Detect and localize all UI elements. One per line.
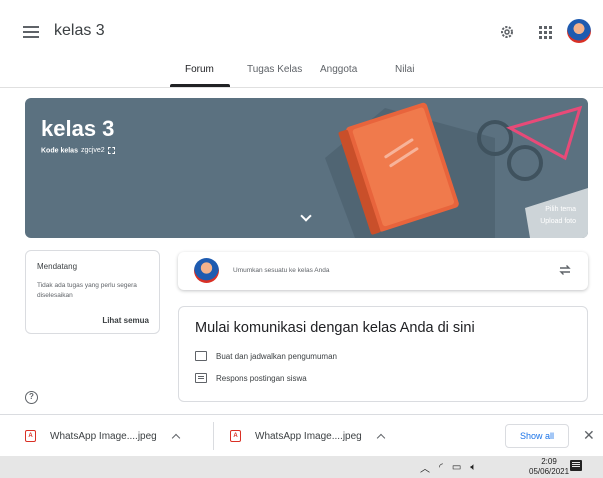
close-icon[interactable]: ✕ (583, 428, 595, 442)
class-code-label: Kode kelas (41, 147, 78, 155)
apps-grid-icon[interactable] (536, 23, 554, 41)
battery-icon[interactable]: ▭ (452, 462, 461, 473)
class-code: Kode kelas zgcjve2 (41, 147, 115, 154)
class-banner: kelas 3 Kode kelas zgcjve2 Pilih tema Upl… (25, 98, 588, 238)
help-icon[interactable]: ? (25, 391, 38, 404)
show-all-button[interactable]: Show all (505, 424, 569, 448)
repost-svg (559, 265, 571, 275)
downloads-bar: A WhatsApp Image....jpeg A WhatsApp Imag… (0, 414, 603, 456)
upcoming-title: Mendatang (37, 262, 78, 271)
wifi-icon[interactable]: ◜ (439, 462, 443, 473)
download-filename: WhatsApp Image....jpeg (255, 430, 362, 442)
file-icon: A (25, 430, 36, 442)
comment-icon (195, 373, 207, 383)
class-tabs: Forum Tugas Kelas Anggota Nilai (0, 58, 603, 88)
chevron-up-icon[interactable]: ︿ (420, 460, 430, 475)
upcoming-text: Tidak ada tugas yang perlu segera disele… (37, 282, 137, 299)
gear-icon[interactable] (497, 22, 517, 42)
avatar (194, 258, 219, 283)
view-all-link[interactable]: Lihat semua (102, 316, 149, 325)
respond-posts-label: Respons postingan siswa (216, 373, 307, 383)
top-app-bar: kelas 3 (0, 12, 603, 56)
tab-nilai[interactable]: Nilai (395, 64, 414, 75)
notification-icon[interactable] (570, 460, 582, 471)
tab-anggota[interactable]: Anggota (320, 64, 357, 75)
active-tab-indicator (170, 84, 230, 87)
fullscreen-icon[interactable] (107, 147, 115, 154)
system-tray: ︿ ◜ ▭ 🔈︎ (420, 460, 485, 475)
announce-box[interactable]: Umumkan sesuatu ke kelas Anda (178, 252, 588, 290)
banner-title: kelas 3 (41, 116, 115, 141)
upload-photo-link[interactable]: Upload foto (540, 218, 576, 225)
system-clock[interactable]: 2:09 05/06/2021 (529, 457, 569, 477)
download-item[interactable]: A WhatsApp Image....jpeg (230, 415, 385, 457)
class-code-value: zgcjve2 (80, 147, 105, 155)
create-announcement-item[interactable]: Buat dan jadwalkan pengumuman (195, 351, 337, 361)
clock-date: 05/06/2021 (529, 467, 570, 476)
create-announcement-label: Buat dan jadwalkan pengumuman (216, 351, 337, 361)
class-title[interactable]: kelas 3 (54, 22, 105, 40)
communicate-card: Mulai komunikasi dengan kelas Anda di si… (178, 306, 588, 402)
taskbar: ︿ ◜ ▭ 🔈︎ 2:09 05/06/2021 (0, 456, 603, 478)
respond-posts-item[interactable]: Respons postingan siswa (195, 373, 307, 383)
tab-forum[interactable]: Forum (185, 64, 214, 75)
repost-icon[interactable] (558, 263, 572, 280)
select-theme-link[interactable]: Pilih tema (545, 206, 576, 213)
announce-placeholder: Umumkan sesuatu ke kelas Anda (233, 267, 330, 274)
announcement-icon (195, 351, 207, 361)
file-icon: A (230, 430, 241, 442)
clock-time: 2:09 (541, 457, 557, 466)
upcoming-card: Mendatang Tidak ada tugas yang perlu seg… (25, 250, 160, 334)
account-avatar[interactable] (567, 19, 591, 43)
chevron-up-icon[interactable] (376, 433, 385, 442)
communicate-title: Mulai komunikasi dengan kelas Anda di si… (195, 320, 475, 336)
gear-svg (501, 26, 513, 38)
tab-tugas-kelas[interactable]: Tugas Kelas (247, 64, 302, 75)
chevron-up-icon[interactable] (171, 433, 180, 442)
download-filename: WhatsApp Image....jpeg (50, 430, 157, 442)
divider (213, 422, 214, 450)
classroom-page: kelas 3 Forum Tugas Kelas Anggota Nilai (0, 0, 603, 478)
hamburger-menu-icon[interactable] (23, 26, 39, 40)
download-item[interactable]: A WhatsApp Image....jpeg (25, 415, 180, 457)
volume-icon[interactable]: 🔈︎ (470, 462, 476, 473)
